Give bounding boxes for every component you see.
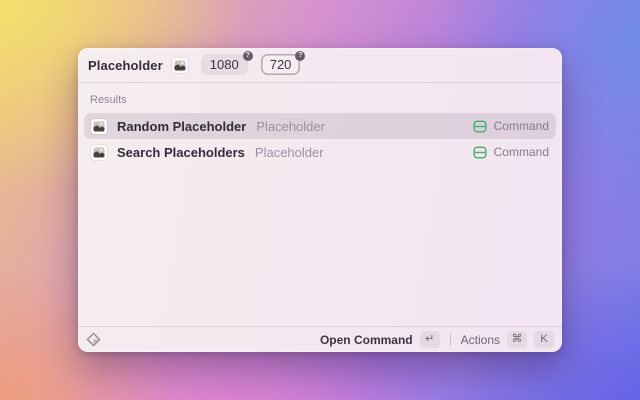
command-title: Placeholder <box>88 57 163 73</box>
launcher-window: Placeholder 1080 ? 720 ? Results Random … <box>78 48 562 352</box>
result-title: Search Placeholders <box>117 144 245 160</box>
placeholder-image-icon <box>171 57 188 73</box>
result-accessory: Command <box>473 145 549 159</box>
placeholder-image-icon <box>91 144 107 160</box>
argument-required-badge: ? <box>295 51 306 61</box>
primary-action-label[interactable]: Open Command <box>320 333 413 347</box>
command-type-icon <box>473 119 487 133</box>
result-type-label: Command <box>493 119 549 133</box>
argument-required-badge: ? <box>242 51 253 61</box>
result-title: Random Placeholder <box>117 118 247 134</box>
results-section-label: Results <box>90 94 127 106</box>
result-row-search-placeholders[interactable]: Search Placeholders Placeholder Command <box>84 139 556 165</box>
result-subtitle: Placeholder <box>256 118 325 134</box>
argument-height[interactable]: 720 ? <box>260 51 306 75</box>
result-type-label: Command <box>493 145 549 159</box>
command-keycap: ⌘ <box>507 331 527 348</box>
extension-diamond-icon <box>86 332 101 347</box>
actions-menu-label[interactable]: Actions <box>461 333 500 347</box>
command-type-icon <box>473 145 487 159</box>
result-subtitle: Placeholder <box>254 144 324 160</box>
command-header: Placeholder 1080 ? 720 ? <box>78 48 562 83</box>
result-accessory: Command <box>473 119 549 133</box>
placeholder-image-icon <box>91 118 107 134</box>
argument-width[interactable]: 1080 ? <box>200 51 253 75</box>
return-keycap: ↵ <box>419 331 440 348</box>
k-keycap: K <box>534 331 554 348</box>
results-panel: Results Random Placeholder Placeholder C… <box>78 83 562 326</box>
action-bar: Open Command ↵ Actions ⌘ K <box>78 326 562 352</box>
footer-divider <box>449 333 451 346</box>
argument-width-value[interactable]: 1080 <box>200 54 248 75</box>
result-row-random-placeholder[interactable]: Random Placeholder Placeholder Command <box>84 113 556 139</box>
